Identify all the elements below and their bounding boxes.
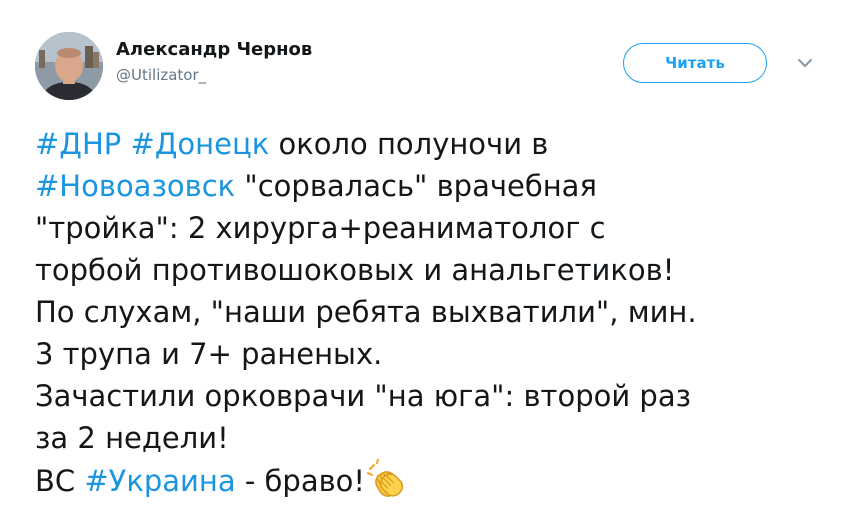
tweet-line-text: ВС: [35, 464, 85, 498]
tweet-line-text: "сорвалась" врачебная: [235, 169, 597, 203]
tweet-line: 3 трупа и 7+ раненых.: [35, 337, 383, 371]
hashtag-link[interactable]: #Новоазовск: [35, 169, 235, 203]
avatar-photo: [35, 32, 103, 100]
hashtag-link[interactable]: #Донецк: [130, 127, 269, 161]
tweet-text: #ДНР #Донецк около полуночи в #Новоазовс…: [35, 123, 825, 502]
clapping-hands-icon: [367, 458, 407, 499]
chevron-down-icon[interactable]: [795, 53, 815, 73]
tweet-line: #Новоазовск "сорвалась" врачебная: [35, 165, 825, 207]
hashtag-link[interactable]: #Украина: [84, 464, 235, 498]
tweet-line-text: около полуночи в: [269, 127, 549, 161]
hashtag-link[interactable]: #ДНР: [35, 127, 121, 161]
tweet-line-text: - браво!: [235, 464, 366, 498]
tweet-line: за 2 недели!: [35, 421, 229, 455]
author-name[interactable]: Александр Чернов: [116, 39, 312, 60]
tweet-line: По слухам, "наши ребята выхватили", мин.: [35, 295, 697, 329]
follow-button[interactable]: Читать: [623, 43, 767, 83]
tweet-line: #ДНР #Донецк около полуночи в: [35, 123, 825, 165]
tweet-line: ВС #Украина - браво!: [35, 458, 825, 502]
tweet-line: Зачастили орковрачи "на юга": второй раз: [35, 379, 692, 413]
avatar[interactable]: [35, 32, 103, 100]
author-handle[interactable]: @Utilizator_: [116, 66, 206, 84]
tweet-line: "тройка": 2 хирурга+реаниматолог с: [35, 211, 606, 245]
tweet-line: торбой противошоковых и анальгетиков!: [35, 253, 675, 287]
